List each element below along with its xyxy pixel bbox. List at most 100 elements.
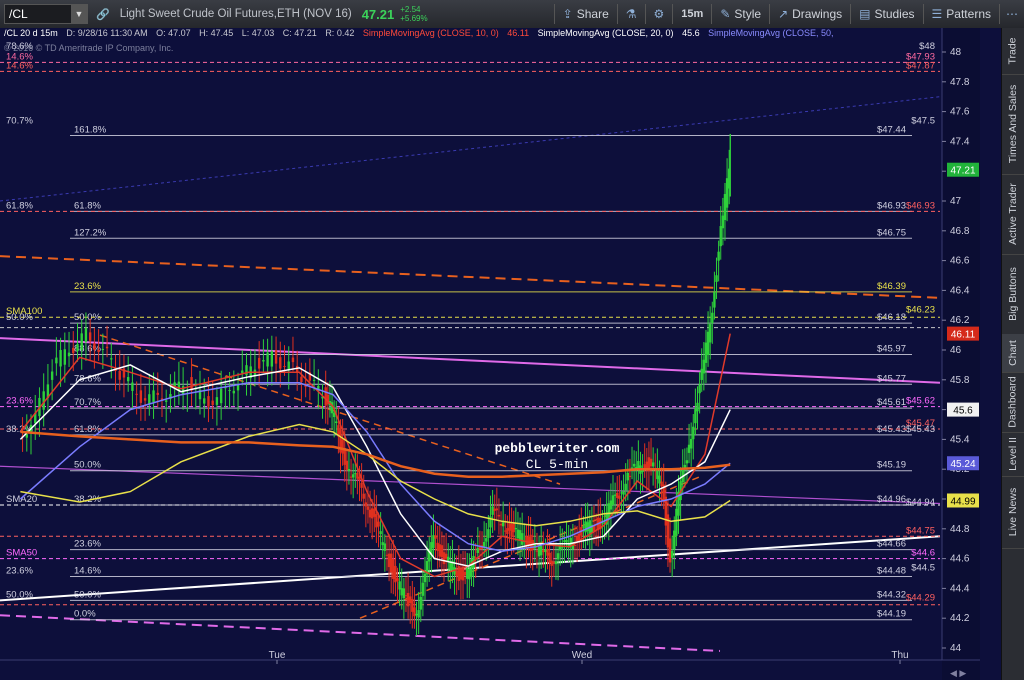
tab-big-buttons[interactable]: Big Buttons: [1002, 254, 1024, 335]
ellipsis-icon: ⋯: [1006, 7, 1018, 21]
candle-body: [274, 350, 278, 364]
tab-active-trader[interactable]: Active Trader: [1002, 174, 1024, 255]
candle-body: [711, 312, 714, 324]
candle-body: [717, 251, 720, 261]
bar-date: D: 9/28/16 11:30 AM: [66, 28, 148, 38]
watermark-subtext: CL 5-min: [526, 457, 588, 472]
left-level-label: 61.8%: [6, 200, 33, 211]
side-price-label: $44.75: [906, 525, 935, 536]
candle-body: [609, 500, 613, 510]
candle-body: [377, 521, 380, 527]
candle-body: [400, 588, 403, 596]
candle-body: [575, 536, 579, 542]
y-tick-label: 46.2: [950, 315, 970, 326]
candle-body: [207, 396, 210, 407]
candle-body: [485, 538, 488, 542]
level-label: 50.0%: [74, 589, 101, 600]
candle-body: [613, 494, 617, 496]
candle-body: [487, 529, 490, 538]
studies-button[interactable]: ▤ Studies: [851, 0, 922, 28]
patterns-button[interactable]: ☰ Patterns: [924, 0, 999, 28]
candle-body: [658, 475, 661, 484]
share-button[interactable]: ⇪ Share: [555, 0, 617, 28]
candle-body: [148, 394, 151, 404]
drawings-button[interactable]: ↗ Drawings: [770, 0, 850, 28]
tab-trade[interactable]: Trade: [1002, 28, 1024, 75]
candle-body: [440, 545, 444, 558]
sma10-value: 46.11: [507, 28, 530, 38]
candle-body: [630, 467, 634, 469]
candle-body: [565, 539, 568, 543]
tab-chart[interactable]: Chart: [1002, 334, 1024, 373]
change-percent: +5.69%: [400, 14, 428, 23]
candle-body: [118, 370, 121, 380]
candle-body: [715, 275, 718, 282]
candle-body: [506, 528, 509, 535]
candle-body: [354, 473, 357, 475]
side-price-label: $45.43: [906, 424, 935, 435]
candle-body: [279, 357, 282, 369]
patterns-label: Patterns: [946, 7, 991, 21]
price-chart[interactable]: 161.8% $47.44 61.8% $46.93 127.2% $46.75 23.6%…: [0, 28, 1002, 680]
candle-body: [413, 607, 416, 617]
level-label: 23.6%: [74, 281, 101, 292]
side-tab-bar: Trade Times And Sales Active Trader Big …: [1001, 28, 1024, 680]
candle-body: [270, 351, 274, 367]
symbol-input[interactable]: /CL ▼: [4, 4, 88, 24]
settings-button[interactable]: ⚙: [646, 0, 673, 28]
candle-body: [468, 568, 471, 580]
level-label: 0.0%: [74, 609, 96, 620]
tab-times-and-sales[interactable]: Times And Sales: [1002, 74, 1024, 175]
symbol-text: /CL: [9, 7, 28, 21]
candle-body: [345, 460, 349, 470]
candle-body: [409, 596, 412, 604]
x-tick-label: Thu: [891, 650, 908, 661]
candle-body: [76, 343, 79, 352]
more-button[interactable]: ⋯: [1000, 0, 1024, 28]
tab-label: Active Trader: [1007, 183, 1020, 245]
left-level-label: 14.6%: [6, 60, 33, 71]
scroll-arrows-icon: ◀ ▶: [950, 668, 966, 678]
candle-body: [110, 358, 113, 360]
candle-body: [385, 554, 389, 556]
candle-body: [215, 397, 219, 405]
flask-button[interactable]: ⚗: [618, 0, 645, 28]
tab-live-news[interactable]: Live News: [1002, 476, 1024, 549]
lock-icon[interactable]: 🔗: [96, 8, 110, 21]
candle-body: [59, 350, 62, 367]
studies-icon: ▤: [859, 7, 871, 21]
style-button[interactable]: ✎ Style: [712, 0, 769, 28]
tab-level-ii[interactable]: Level II: [1002, 432, 1024, 477]
candle-body: [394, 565, 397, 583]
tab-dashboard[interactable]: Dashboard: [1002, 372, 1024, 433]
candle-body: [491, 506, 494, 515]
tab-label: Chart: [1007, 340, 1019, 366]
interval-button[interactable]: 15m: [673, 0, 711, 28]
candle-body: [392, 558, 395, 579]
candle-body: [616, 492, 619, 498]
left-level-label: SMA50: [6, 548, 37, 559]
last-price: 47.21: [361, 6, 395, 22]
sma10-study[interactable]: SimpleMovingAvg (CLOSE, 10, 0): [363, 28, 499, 38]
candle-body: [649, 458, 653, 467]
candle-body: [135, 393, 138, 395]
left-level-label: 23.6%: [6, 396, 33, 407]
y-tick-label: 44: [950, 643, 962, 654]
chevron-down-icon[interactable]: ▼: [71, 5, 87, 23]
candle-body: [675, 508, 678, 536]
candle-body: [501, 522, 505, 527]
sma50-study[interactable]: SimpleMovingAvg (CLOSE, 50,: [708, 28, 833, 38]
candle-body: [366, 506, 370, 510]
sma20-study[interactable]: SimpleMovingAvg (CLOSE, 20, 0): [538, 28, 674, 38]
side-price-label: $45.62: [906, 396, 935, 407]
chart-symbol: /CL 20 d 15m: [4, 28, 58, 38]
price-label: 45.6: [953, 406, 973, 417]
level-price: $45.19: [877, 460, 906, 471]
candle-body: [84, 327, 88, 342]
y-tick-label: 44.4: [950, 583, 970, 594]
candle-body: [704, 342, 708, 363]
candle-body: [586, 522, 589, 532]
candle-body: [510, 524, 513, 537]
y-tick-label: 46.6: [950, 256, 970, 267]
candle-body: [351, 474, 355, 478]
